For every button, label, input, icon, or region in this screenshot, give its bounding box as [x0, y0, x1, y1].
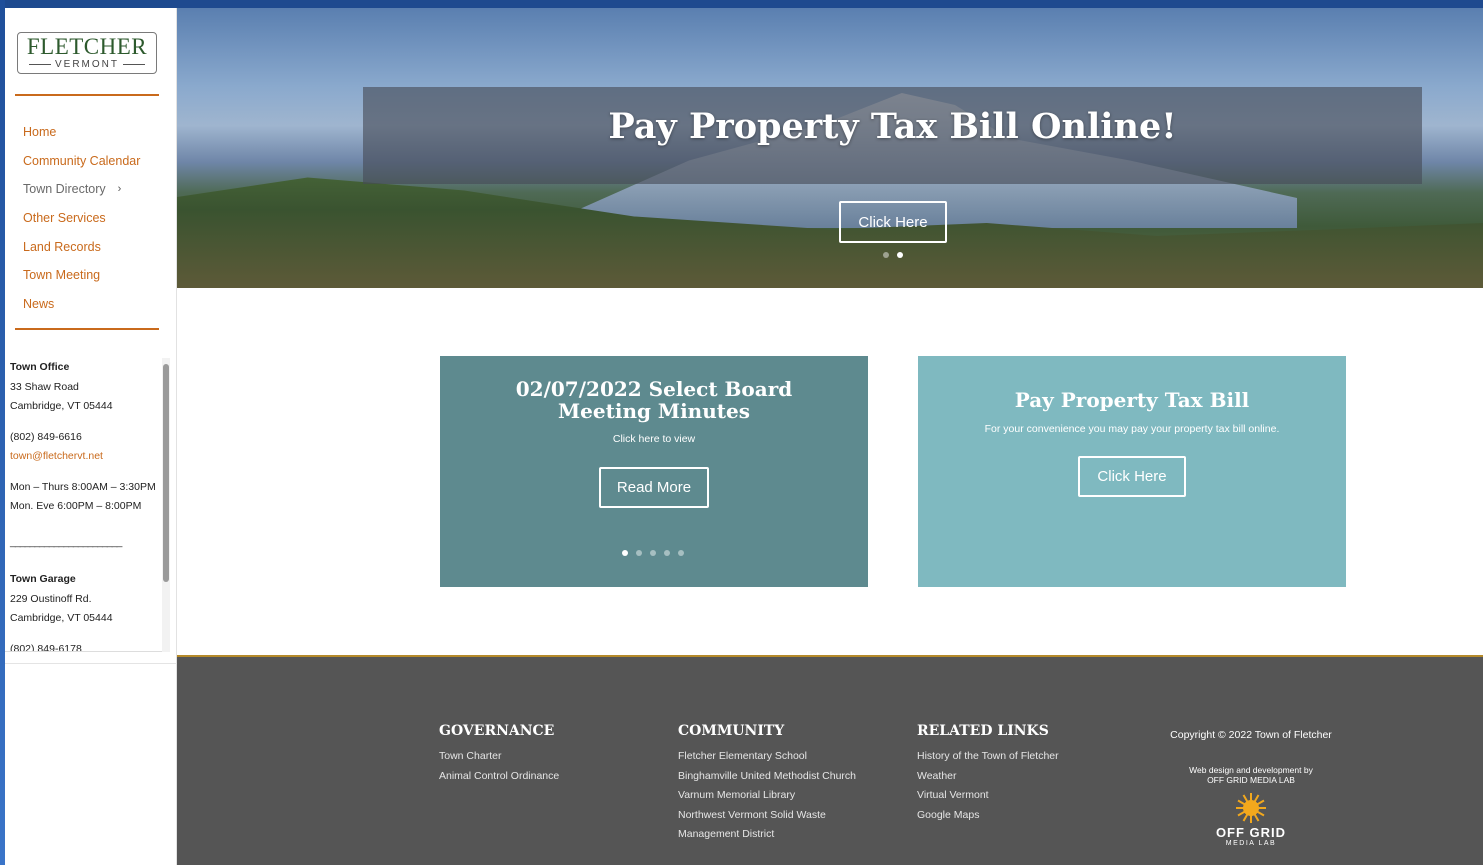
footer-related-links: History of the Town of Fletcher Weather … [917, 747, 1059, 825]
town-office-city: Cambridge, VT 05444 [10, 400, 113, 412]
logo-main-text: FLETCHER [26, 34, 148, 59]
site-logo[interactable]: FLETCHER VERMONT [17, 32, 157, 74]
nav-item-other-services[interactable]: Other Services [23, 204, 140, 233]
town-office-hours-evening: Mon. Eve 6:00PM – 8:00PM [10, 500, 142, 512]
minutes-card-title-line1: 02/07/2022 Select Board [515, 377, 793, 401]
logo-sub-text: VERMONT [55, 59, 119, 70]
footer-link-history[interactable]: History of the Town of Fletcher [917, 747, 1059, 767]
nav-item-news[interactable]: News [23, 290, 140, 319]
footer-link-solid-waste[interactable]: Northwest Vermont Solid Waste [678, 806, 856, 826]
town-office-title: Town Office [10, 361, 70, 373]
chevron-right-icon[interactable]: › [118, 179, 122, 199]
footer-governance-links: Town Charter Animal Control Ordinance [439, 747, 559, 786]
logo-line-right [123, 64, 145, 65]
minutes-card-subtitle: Click here to view [612, 433, 696, 445]
nav-item-home[interactable]: Home [23, 118, 140, 147]
footer-governance-heading: GOVERNANCE [439, 723, 555, 739]
info-scrollbar[interactable] [162, 358, 170, 652]
info-scrollbar-thumb[interactable] [163, 364, 169, 582]
sun-icon [1236, 793, 1266, 823]
footer-link-google-maps[interactable]: Google Maps [917, 806, 1059, 826]
town-office-street: 33 Shaw Road [10, 380, 79, 393]
footer-copyright: Copyright © 2022 Town of Fletcher [1170, 729, 1332, 741]
info-divider: _______________________ [10, 535, 122, 548]
pay-tax-card-subtitle: For your convenience you may pay your pr… [984, 423, 1280, 435]
logo-sub-row: VERMONT [29, 59, 145, 70]
footer-credit-line2: OFF GRID MEDIA LAB [1207, 775, 1295, 785]
off-grid-logo-subtext: MEDIA LAB [1225, 840, 1277, 847]
hero-slider-dots [883, 252, 903, 258]
nav-item-community-calendar[interactable]: Community Calendar [23, 147, 140, 176]
site-footer: GOVERNANCE Town Charter Animal Control O… [177, 655, 1483, 865]
town-office-hours-weekday: Mon – Thurs 8:00AM – 3:30PM [10, 480, 156, 493]
footer-link-library[interactable]: Varnum Memorial Library [678, 786, 856, 806]
sidebar-bottom-divider [5, 663, 177, 664]
sidebar-separator-top [15, 94, 159, 96]
minutes-dot-2[interactable] [636, 550, 642, 556]
hero-click-here-button[interactable]: Click Here [839, 201, 947, 243]
sidebar-nav: Home Community Calendar Town Directory ›… [23, 118, 140, 318]
footer-credit: Web design and development by OFF GRID M… [1132, 765, 1370, 785]
footer-credit-line1: Web design and development by [1189, 765, 1313, 775]
minutes-dot-5[interactable] [678, 550, 684, 556]
hero-dot-2[interactable] [897, 252, 903, 258]
contact-info: Town Office 33 Shaw Road Cambridge, VT 0… [10, 358, 158, 652]
nav-item-land-records[interactable]: Land Records [23, 232, 140, 261]
nav-item-town-meeting[interactable]: Town Meeting [23, 261, 140, 290]
footer-link-town-charter[interactable]: Town Charter [439, 747, 559, 767]
footer-link-virtual-vermont[interactable]: Virtual Vermont [917, 786, 1059, 806]
footer-link-animal-control[interactable]: Animal Control Ordinance [439, 767, 559, 787]
sun-core [1243, 800, 1259, 816]
read-more-button[interactable]: Read More [599, 467, 709, 508]
footer-link-methodist-church[interactable]: Binghamville United Methodist Church [678, 767, 856, 787]
town-garage-phone: (802) 849-6178 [10, 642, 82, 652]
footer-link-weather[interactable]: Weather [917, 767, 1059, 787]
sidebar-separator-bottom [15, 328, 159, 330]
nav-item-town-directory[interactable]: Town Directory › [23, 175, 140, 204]
footer-community-links: Fletcher Elementary School Binghamville … [678, 747, 856, 845]
minutes-slider-dots [622, 550, 684, 556]
off-grid-logo[interactable]: OFF GRID MEDIA LAB [1207, 793, 1295, 853]
off-grid-logo-text: OFF GRID [1215, 825, 1287, 840]
footer-related: RELATED LINKS History of the Town of Fle… [917, 723, 1059, 825]
minutes-dot-4[interactable] [664, 550, 670, 556]
town-garage-city: Cambridge, VT 05444 [10, 612, 113, 624]
footer-related-heading: RELATED LINKS [917, 723, 1049, 739]
nav-item-town-directory-label: Town Directory [23, 182, 106, 197]
footer-community-heading: COMMUNITY [678, 723, 785, 739]
minutes-card-title-line2: Meeting Minutes [558, 399, 750, 423]
logo-line-left [29, 64, 51, 65]
hero-title: Pay Property Tax Bill Online! [608, 106, 1177, 147]
minutes-slider-card: 02/07/2022 Select Board Meeting Minutes … [440, 356, 868, 587]
town-garage-title: Town Garage [10, 573, 76, 585]
footer-link-elementary-school[interactable]: Fletcher Elementary School [678, 747, 856, 767]
browser-top-strip [0, 0, 1483, 8]
footer-governance: GOVERNANCE Town Charter Animal Control O… [439, 723, 559, 786]
town-office-email-link[interactable]: town@fletchervt.net [10, 447, 158, 467]
contact-info-panel[interactable]: Town Office 33 Shaw Road Cambridge, VT 0… [5, 358, 162, 652]
pay-tax-card-title: Pay Property Tax Bill [1014, 388, 1250, 412]
footer-community: COMMUNITY Fletcher Elementary School Bin… [678, 723, 856, 845]
pay-tax-click-here-button[interactable]: Click Here [1078, 456, 1186, 497]
footer-link-solid-waste-cont[interactable]: Management District [678, 825, 856, 845]
sidebar: FLETCHER VERMONT Home Community Calendar… [5, 8, 177, 865]
main-content: Pay Property Tax Bill Online! Click Here… [177, 8, 1483, 865]
minutes-dot-3[interactable] [650, 550, 656, 556]
pay-tax-card: Pay Property Tax Bill For your convenien… [918, 356, 1346, 587]
town-garage-street: 229 Oustinoff Rd. [10, 592, 92, 605]
town-office-phone: (802) 849-6616 [10, 430, 82, 443]
minutes-dot-1[interactable] [622, 550, 628, 556]
hero-slider: Pay Property Tax Bill Online! Click Here [177, 8, 1483, 288]
hero-dot-1[interactable] [883, 252, 889, 258]
